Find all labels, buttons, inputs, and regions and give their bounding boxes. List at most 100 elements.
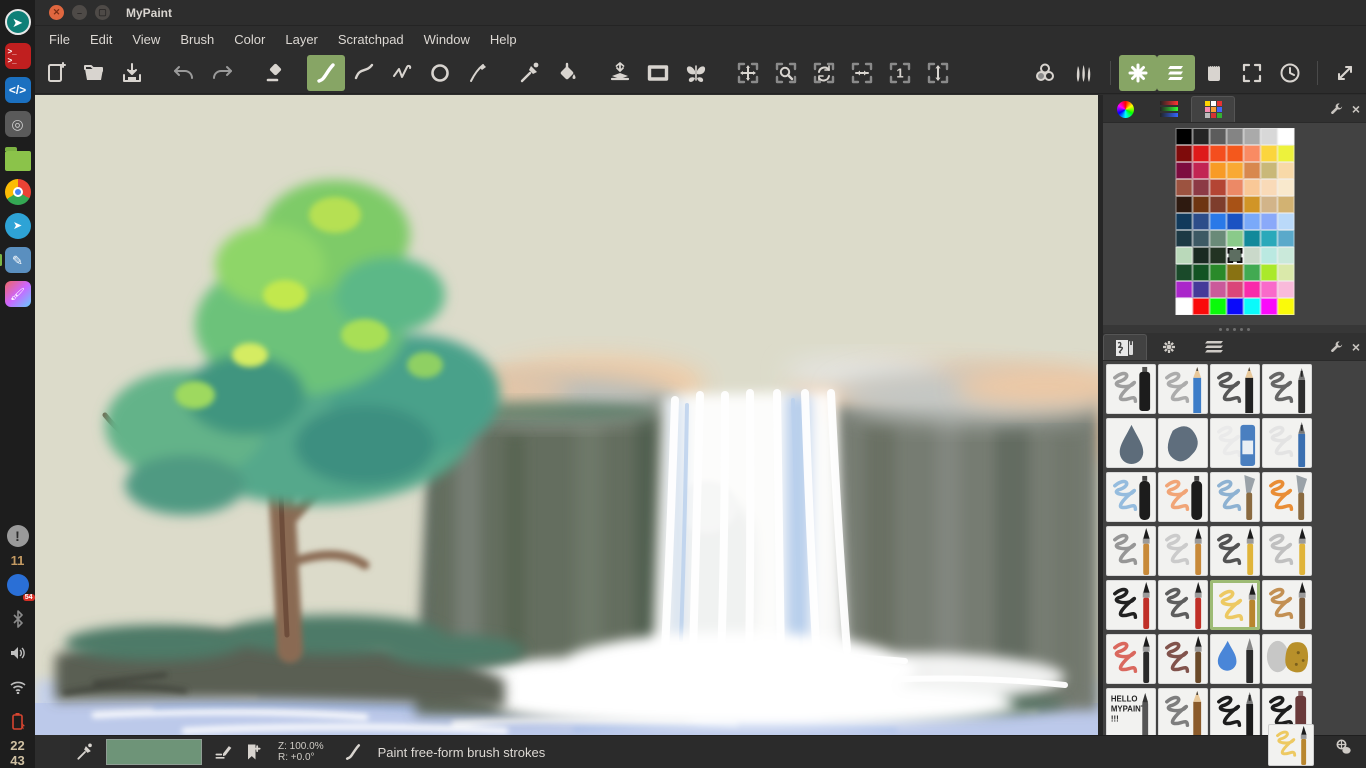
dock-mypaint-app[interactable]: ✎	[4, 246, 32, 274]
dock-file-manager[interactable]	[4, 144, 32, 172]
menu-view[interactable]: View	[122, 28, 170, 51]
palette-swatch[interactable]	[1175, 196, 1192, 213]
save-file-button[interactable]	[113, 55, 151, 91]
palette-swatch[interactable]	[1175, 298, 1192, 315]
palette-swatch[interactable]	[1243, 196, 1260, 213]
palette-swatch[interactable]	[1260, 162, 1277, 179]
palette-swatch[interactable]	[1175, 213, 1192, 230]
brush-bristle-light[interactable]	[1158, 526, 1208, 576]
brush-scribble-pencil[interactable]	[1158, 688, 1208, 735]
brush-blend-smudge[interactable]	[1106, 418, 1156, 468]
canvas[interactable]	[35, 95, 1098, 735]
maximize-button[interactable]: ▢	[95, 5, 110, 20]
palette-swatch[interactable]	[1277, 145, 1294, 162]
color-sliders-tab[interactable]	[1147, 96, 1191, 122]
palette-swatch[interactable]	[1192, 281, 1209, 298]
palette-swatch[interactable]	[1175, 145, 1192, 162]
brush-water-drop[interactable]	[1210, 634, 1260, 684]
brush-ink-black[interactable]	[1106, 580, 1156, 630]
rotate-view-button[interactable]	[805, 55, 843, 91]
palette-swatch[interactable]	[1175, 162, 1192, 179]
palette-swatch[interactable]	[1260, 213, 1277, 230]
palette-swatch[interactable]	[1192, 145, 1209, 162]
dock-atom-app[interactable]: ◎	[4, 110, 32, 138]
palette-swatch[interactable]	[1175, 247, 1192, 264]
palette-swatch[interactable]	[1260, 264, 1277, 281]
palette-swatch[interactable]	[1226, 128, 1243, 145]
volume-indicator[interactable]	[4, 639, 32, 667]
palette-swatch[interactable]	[1277, 179, 1294, 196]
palette-swatch[interactable]	[1277, 128, 1294, 145]
wrench-icon[interactable]	[1329, 340, 1344, 355]
eyedropper-icon[interactable]	[70, 742, 100, 762]
palette-swatch[interactable]	[1226, 179, 1243, 196]
palette-swatch[interactable]	[1192, 230, 1209, 247]
recent-brushes-button[interactable]	[1271, 55, 1309, 91]
dock-chrome[interactable]	[4, 178, 32, 206]
menu-file[interactable]: File	[39, 28, 80, 51]
palette-swatch[interactable]	[1209, 196, 1226, 213]
symmetry-tool-button[interactable]	[677, 55, 715, 91]
palette-swatch[interactable]	[1226, 281, 1243, 298]
menu-layer[interactable]: Layer	[275, 28, 328, 51]
palette-swatch[interactable]	[1243, 145, 1260, 162]
palette-swatch[interactable]	[1209, 298, 1226, 315]
wrench-icon[interactable]	[1329, 102, 1344, 117]
dock-app-launcher[interactable]: ➤	[4, 8, 32, 36]
lines-curves-tool-button[interactable]	[345, 55, 383, 91]
pressure-icon[interactable]	[1334, 737, 1354, 762]
palette-swatch[interactable]	[1209, 213, 1226, 230]
palette-swatch[interactable]	[1192, 213, 1209, 230]
palette-swatch[interactable]	[1260, 298, 1277, 315]
brush-airbrush-orange[interactable]	[1158, 472, 1208, 522]
palette-swatch[interactable]	[1175, 264, 1192, 281]
brush-knife-orange[interactable]	[1262, 472, 1312, 522]
close-panel-icon[interactable]: ×	[1352, 339, 1360, 355]
palette-swatch[interactable]	[1260, 230, 1277, 247]
menu-help[interactable]: Help	[480, 28, 527, 51]
pan-view-button[interactable]	[729, 55, 767, 91]
palette-swatch[interactable]	[1192, 196, 1209, 213]
brush-pencil-2b[interactable]	[1158, 364, 1208, 414]
brush-airbrush-blue[interactable]	[1106, 472, 1156, 522]
palette-swatch[interactable]	[1226, 298, 1243, 315]
palette-swatch[interactable]	[1209, 230, 1226, 247]
brush-sketch-light[interactable]	[1262, 526, 1312, 576]
brush-list-tab[interactable]	[1103, 334, 1147, 360]
palette-swatch[interactable]	[1243, 281, 1260, 298]
dock-paint-app[interactable]: 🖌︎	[4, 280, 32, 308]
palette-swatch[interactable]	[1209, 179, 1226, 196]
brush-glue-stick[interactable]	[1210, 418, 1260, 468]
palette-swatch[interactable]	[1192, 247, 1209, 264]
palette-swatch[interactable]	[1277, 230, 1294, 247]
dock-updates[interactable]: !	[4, 522, 32, 550]
palette-swatch[interactable]	[1277, 247, 1294, 264]
fit-view-button[interactable]	[919, 55, 957, 91]
panel-resize-grip[interactable]	[1103, 325, 1366, 333]
brush-window-button[interactable]	[1064, 55, 1102, 91]
color-window-button[interactable]	[1026, 55, 1064, 91]
brush-ink-gray[interactable]	[1158, 580, 1208, 630]
palette-swatch[interactable]	[1192, 162, 1209, 179]
zoom-view-button[interactable]	[767, 55, 805, 91]
bluetooth-indicator[interactable]	[4, 605, 32, 633]
palette-swatch[interactable]	[1243, 298, 1260, 315]
palette-swatch[interactable]	[1209, 264, 1226, 281]
mirror-view-button[interactable]	[843, 55, 881, 91]
brush-technical-pen[interactable]	[1262, 364, 1312, 414]
bookmark-add-icon[interactable]	[238, 742, 268, 762]
brush-pencil-hb[interactable]	[1210, 364, 1260, 414]
palette-swatch[interactable]	[1226, 230, 1243, 247]
palette-swatch[interactable]	[1209, 162, 1226, 179]
palette-swatch[interactable]	[1175, 179, 1192, 196]
brush-sketch-dark[interactable]	[1210, 526, 1260, 576]
open-file-button[interactable]	[75, 55, 113, 91]
connected-lines-tool-button[interactable]	[383, 55, 421, 91]
palette-swatch[interactable]	[1243, 213, 1260, 230]
brush-rollerball-pen[interactable]	[1262, 418, 1312, 468]
expand-window-button[interactable]	[1326, 55, 1364, 91]
palette-swatch[interactable]	[1243, 247, 1260, 264]
move-layer-tool-button[interactable]	[601, 55, 639, 91]
palette-swatch[interactable]	[1226, 162, 1243, 179]
brush-watercolor-red[interactable]	[1106, 634, 1156, 684]
